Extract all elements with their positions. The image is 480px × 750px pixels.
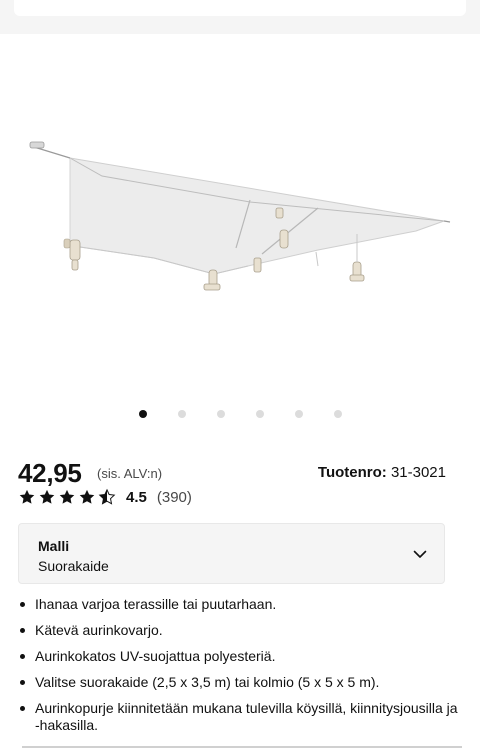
carousel-dot[interactable]: [333, 410, 342, 418]
product-number: Tuotenro: 31-3021: [318, 464, 446, 481]
feature-item: Ihanaa varjoa terassille tai puutarhaan.: [18, 596, 458, 613]
carousel-dot[interactable]: [177, 410, 186, 418]
rating-count[interactable]: (390): [157, 489, 192, 506]
bottom-divider: [22, 746, 462, 748]
variant-value: Suorakaide: [38, 558, 109, 574]
feature-list: Ihanaa varjoa terassille tai puutarhaan.…: [18, 596, 458, 743]
feature-item: Aurinkopurje kiinnitetään mukana tulevil…: [18, 700, 458, 734]
product-number-label: Tuotenro:: [317, 464, 387, 481]
variant-selector[interactable]: Malli Suorakaide: [18, 523, 445, 584]
rating-stars: [18, 488, 116, 506]
price-row: 42,95 (sis. ALV:n) Tuotenro: 31-3021: [18, 458, 446, 488]
carousel-dot[interactable]: [216, 410, 225, 418]
price: 42,95: [18, 458, 82, 488]
carousel-dot[interactable]: [255, 410, 264, 418]
variant-label: Malli: [38, 538, 70, 554]
rating-value: 4.5: [126, 488, 147, 506]
star-icon: [79, 489, 95, 504]
carousel-dot[interactable]: [138, 410, 147, 418]
feature-item: Kätevä aurinkovarjo.: [18, 622, 458, 639]
star-icon: [19, 489, 35, 504]
feature-item: Aurinkokatos UV-suojattua polyesteriä.: [18, 648, 458, 665]
carousel-dot[interactable]: [294, 410, 303, 418]
half-star-icon: [98, 488, 116, 505]
top-strip: [0, 0, 480, 34]
carousel-dots: [0, 410, 480, 420]
star-icon: [39, 489, 55, 504]
previous-card: [14, 0, 466, 16]
rating-row[interactable]: 4.5 (390): [18, 486, 192, 508]
product-image[interactable]: [0, 34, 480, 394]
vat-note: (sis. ALV:n): [97, 466, 163, 481]
star-icon: [59, 489, 75, 504]
sun-canopy-illustration: [29, 141, 451, 291]
feature-item: Valitse suorakaide (2,5 x 3,5 m) tai kol…: [18, 674, 458, 691]
chevron-down-icon: [413, 550, 427, 558]
product-number-value: 31-3021: [390, 464, 446, 481]
